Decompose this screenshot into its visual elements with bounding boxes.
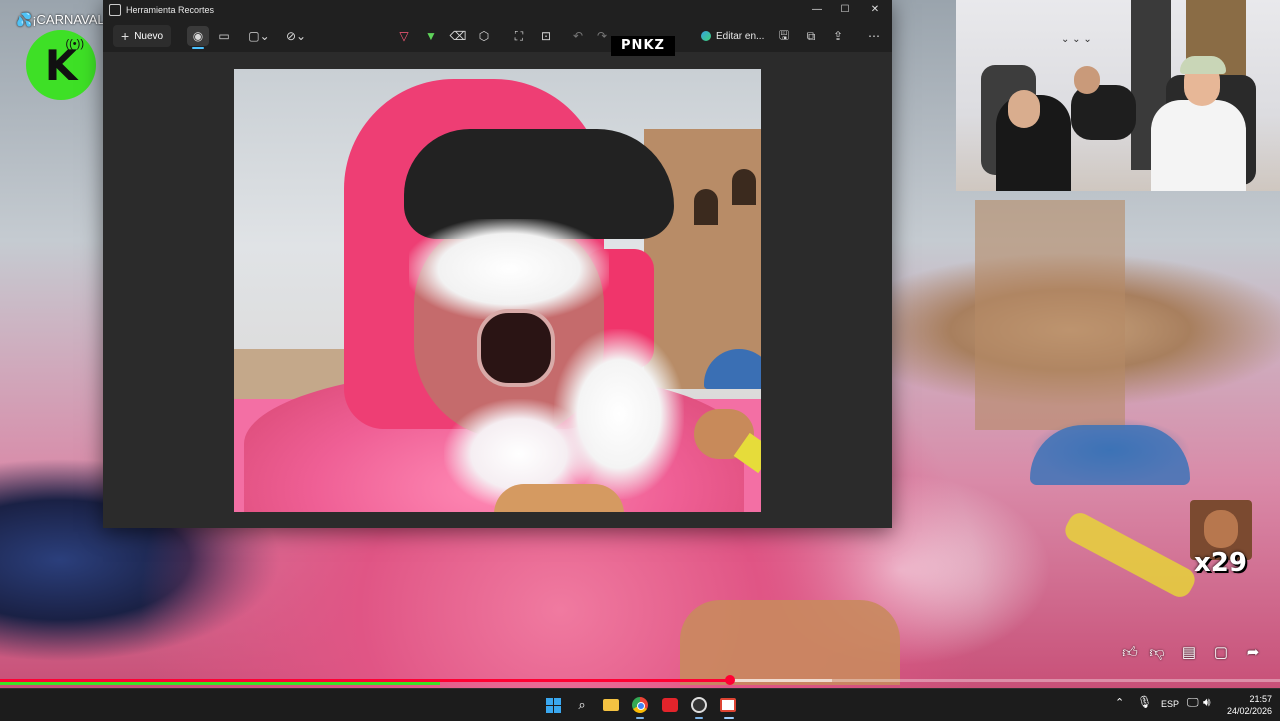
language-indicator[interactable]: ESP xyxy=(1161,699,1179,709)
channel-overlay-text: 💦¡CARNAVAL xyxy=(16,12,105,28)
dislike-icon[interactable]: 👎︎ xyxy=(1147,643,1167,663)
edit-in-label: Editar en... xyxy=(716,30,765,42)
person xyxy=(1151,100,1246,191)
highlighter-icon[interactable]: ▼ xyxy=(422,26,440,46)
eraser-icon[interactable]: ⌫ xyxy=(449,26,467,46)
snipping-tool-taskbar-icon[interactable] xyxy=(718,695,738,715)
copy-icon[interactable]: ⧉ xyxy=(802,26,820,46)
channel-overlay-label: ¡CARNAVAL xyxy=(32,12,105,27)
active-app-indicator xyxy=(724,717,734,719)
snipping-tool-window: Herramienta Recortes — ☐ ✕ + Nuevo ◉ ▭ ▢… xyxy=(103,0,892,528)
video-icon[interactable]: ▭ xyxy=(215,26,233,46)
windows-start-icon[interactable] xyxy=(543,695,563,715)
window-title: Herramienta Recortes xyxy=(126,5,215,15)
edge-icon xyxy=(701,31,711,41)
undo-icon[interactable]: ↶ xyxy=(569,26,587,46)
timer-off-icon[interactable]: ⊘⌄ xyxy=(283,26,309,46)
text-actions-icon[interactable]: ⊡ xyxy=(537,26,555,46)
chevron-up-icon[interactable]: ⌃ xyxy=(1115,696,1124,709)
volume-icon[interactable]: 🔊︎ xyxy=(1203,695,1211,710)
new-snip-button[interactable]: + Nuevo xyxy=(113,25,172,47)
taskbar: ⌕ ⌃ 🎙︎ ESP 🖵 🔊︎ 21:57 24/02/2026 xyxy=(0,688,1280,721)
active-app-indicator xyxy=(695,717,703,719)
minimize-button[interactable]: — xyxy=(802,2,832,18)
obs-icon[interactable] xyxy=(689,695,709,715)
bg-water-gun xyxy=(1061,508,1199,602)
plus-icon: + xyxy=(121,28,130,44)
share-icon[interactable]: ⇪ xyxy=(829,26,847,46)
comments-icon[interactable]: ▢ xyxy=(1211,643,1231,663)
bg-hand xyxy=(680,600,900,685)
title-bar: Herramienta Recortes — ☐ ✕ xyxy=(103,0,892,20)
clock-time: 21:57 xyxy=(1249,694,1272,704)
like-icon[interactable]: 👍︎ xyxy=(1120,643,1140,663)
droplets-icon: 💦 xyxy=(16,12,33,27)
shapes-icon[interactable]: ⬡ xyxy=(475,26,493,46)
save-icon[interactable]: 🖫 xyxy=(775,26,793,46)
channel-logo: ((•)) K xyxy=(26,30,96,100)
snipping-tool-app-icon xyxy=(109,4,121,16)
network-icon[interactable]: 🖵 xyxy=(1187,695,1199,710)
camera-icon[interactable]: ◉ xyxy=(187,26,209,46)
active-app-indicator xyxy=(636,717,644,719)
share-arrow-icon[interactable]: ➦ xyxy=(1243,643,1263,663)
foam xyxy=(409,219,609,319)
search-icon[interactable]: ⌕ xyxy=(572,695,592,715)
bell-window xyxy=(732,169,756,205)
snip-toolbar: + Nuevo ◉ ▭ ▢⌄ ⊘⌄ ▽ ▼ ⌫ ⬡ ⛶ ⊡ ↶ ↷ Editar… xyxy=(103,20,892,52)
emote-count: x29 xyxy=(1194,548,1247,578)
hand xyxy=(494,484,624,512)
clock[interactable]: 21:57 24/02/2026 xyxy=(1220,693,1272,717)
open-mouth xyxy=(477,309,555,387)
person xyxy=(1071,85,1136,140)
bg-umbrella xyxy=(1030,425,1190,485)
person-head xyxy=(1008,90,1040,128)
progress-scrubber-handle[interactable] xyxy=(724,675,735,685)
mode-selected-indicator xyxy=(192,47,204,49)
close-button[interactable]: ✕ xyxy=(860,2,890,18)
maximize-button[interactable]: ☐ xyxy=(830,2,860,18)
webcam-overlay: ⌄ ⌄ ⌄ xyxy=(956,0,1280,191)
pen-icon[interactable]: ▽ xyxy=(395,26,413,46)
cap xyxy=(1180,56,1226,74)
crop-icon[interactable]: ⛶ xyxy=(510,26,528,46)
bell-window xyxy=(694,189,718,225)
snip-canvas xyxy=(103,52,892,528)
bg-church-tower xyxy=(975,200,1125,430)
clock-date: 24/02/2026 xyxy=(1226,706,1272,716)
pnkz-badge: PNKZ xyxy=(611,36,675,56)
edit-in-button[interactable]: Editar en... xyxy=(701,26,764,46)
file-explorer-icon[interactable] xyxy=(601,695,621,715)
microphone-icon[interactable]: 🎙︎ xyxy=(1137,695,1152,709)
progress-accent-line xyxy=(0,682,440,685)
wall-birds-decal: ⌄ ⌄ ⌄ xyxy=(1061,34,1092,45)
redo-icon[interactable]: ↷ xyxy=(593,26,611,46)
more-icon[interactable]: ⋯ xyxy=(865,26,883,46)
person-head xyxy=(1074,66,1100,94)
app-red-icon[interactable] xyxy=(660,695,680,715)
comment-icon[interactable]: ▤ xyxy=(1179,643,1199,663)
captured-screenshot xyxy=(234,69,761,512)
new-snip-label: Nuevo xyxy=(134,30,164,42)
chrome-icon[interactable] xyxy=(630,695,650,715)
live-signal-icon: ((•)) xyxy=(65,38,84,50)
emote-face xyxy=(1204,510,1238,548)
rectangle-mode-icon[interactable]: ▢⌄ xyxy=(246,26,272,46)
